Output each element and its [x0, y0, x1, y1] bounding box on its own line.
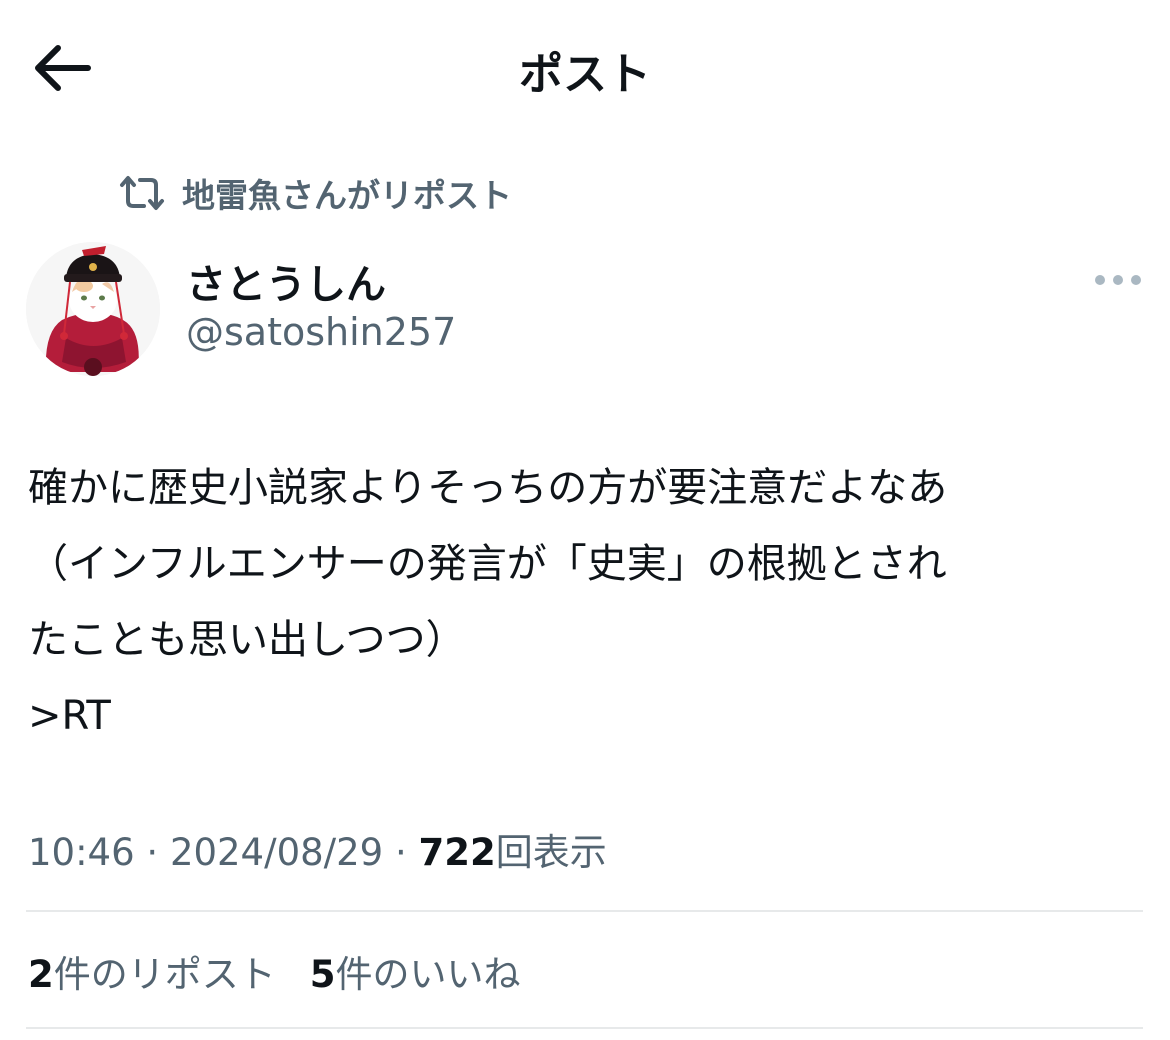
- post-text-line: （インフルエンサーの発言が「史実」の根拠とされ: [28, 541, 947, 587]
- top-bar: ポスト: [0, 0, 1170, 130]
- likes-label: 件のいいね: [335, 953, 521, 996]
- reposts-label: 件のリポスト: [53, 953, 276, 996]
- post-text: 確かに歴史小説家よりそっちの方が要注意だよなあ （インフルエンサーの発言が「史実…: [28, 450, 1148, 754]
- post-text-line: 確かに歴史小説家よりそっちの方が要注意だよなあ: [28, 465, 948, 511]
- repost-icon: [120, 176, 164, 210]
- post-date[interactable]: 2024/08/29: [170, 831, 383, 874]
- likes-stat[interactable]: 5件のいいね: [310, 944, 521, 998]
- views-label: 回表示: [495, 831, 607, 874]
- author-handle[interactable]: @satoshin257: [186, 310, 456, 354]
- post-text-line: >RT: [28, 693, 111, 739]
- meta-separator: ·: [394, 831, 407, 874]
- views-count: 722: [418, 831, 496, 874]
- avatar[interactable]: [26, 242, 160, 376]
- repost-indicator: 地雷魚さんがリポスト: [118, 170, 512, 216]
- page-title: ポスト: [519, 49, 651, 100]
- repost-label[interactable]: 地雷魚さんがリポスト: [182, 169, 512, 217]
- reposts-stat[interactable]: 2件のリポスト: [28, 944, 276, 998]
- post-time[interactable]: 10:46: [28, 831, 135, 874]
- likes-count: 5: [309, 953, 336, 996]
- reposts-count: 2: [28, 953, 54, 996]
- post-text-line: たことも思い出しつつ）: [28, 617, 466, 663]
- more-options-icon[interactable]: [1090, 262, 1146, 298]
- meta-separator: ·: [146, 831, 159, 874]
- avatar-image: [26, 242, 160, 376]
- post-metadata: 10:46 · 2024/08/29 · 722回表示: [28, 822, 607, 876]
- divider: [26, 910, 1143, 912]
- author-display-name[interactable]: さとうしん: [186, 252, 386, 310]
- divider: [26, 1027, 1143, 1029]
- engagement-stats: 2件のリポスト 5件のいいね: [28, 944, 555, 998]
